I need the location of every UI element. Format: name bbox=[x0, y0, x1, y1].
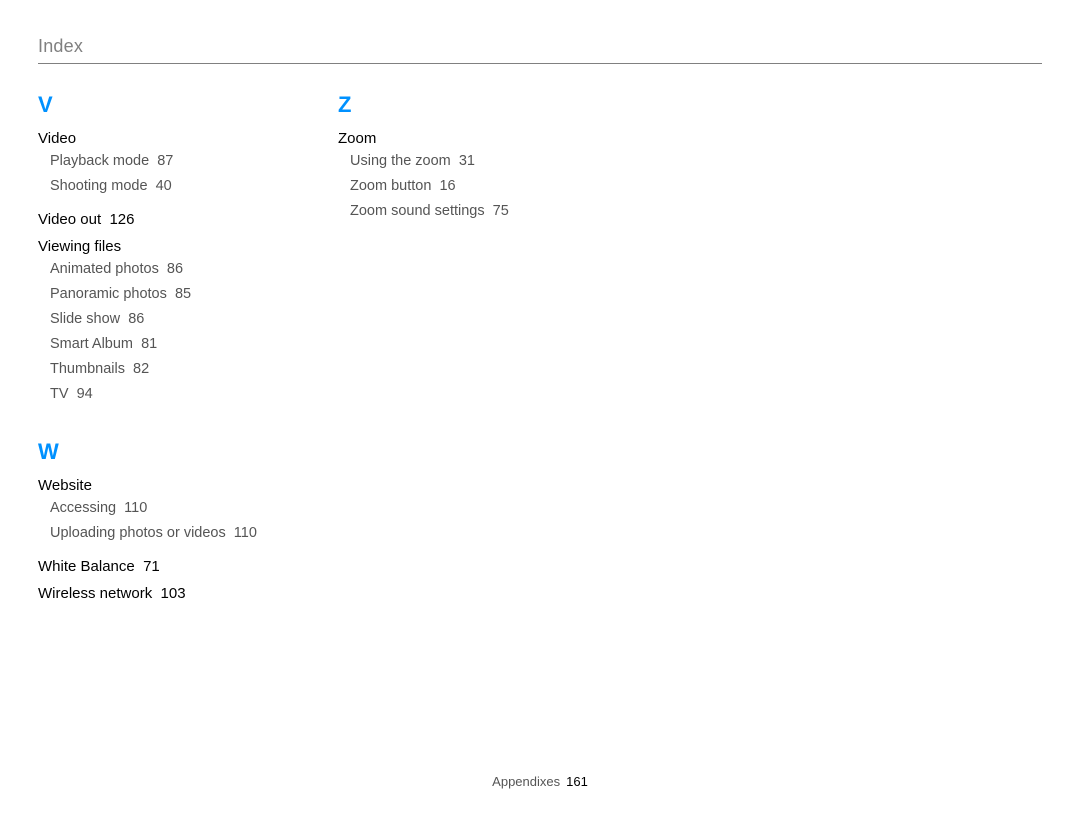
sub-accessing[interactable]: Accessing 110 bbox=[50, 498, 268, 519]
sub-animated-photos[interactable]: Animated photos 86 bbox=[50, 259, 268, 280]
footer-page-number: 161 bbox=[566, 774, 588, 789]
section-letter-z: Z bbox=[338, 92, 568, 118]
sub-zoom-sound[interactable]: Zoom sound settings 75 bbox=[350, 201, 568, 222]
topic-zoom: Zoom Using the zoom 31 Zoom button 16 Zo… bbox=[338, 130, 568, 222]
sub-page: 75 bbox=[493, 203, 509, 219]
index-page: Index V Video Playback mode 87 Shooting … bbox=[0, 0, 1080, 815]
sub-page: 40 bbox=[156, 178, 172, 194]
sub-panoramic-photos[interactable]: Panoramic photos 85 bbox=[50, 284, 268, 305]
topic-video-out[interactable]: Video out 126 bbox=[38, 211, 268, 228]
sub-label: Thumbnails bbox=[50, 361, 125, 377]
topic-video-title: Video bbox=[38, 130, 268, 147]
sub-page: 31 bbox=[459, 153, 475, 169]
topic-website-title: Website bbox=[38, 477, 268, 494]
sub-page: 110 bbox=[234, 525, 257, 541]
topic-website: Website Accessing 110 Uploading photos o… bbox=[38, 477, 268, 544]
sub-label: Shooting mode bbox=[50, 178, 148, 194]
sub-thumbnails[interactable]: Thumbnails 82 bbox=[50, 359, 268, 380]
index-column-1: V Video Playback mode 87 Shooting mode 4… bbox=[38, 92, 268, 604]
sub-smart-album[interactable]: Smart Album 81 bbox=[50, 334, 268, 355]
section-letter-v: V bbox=[38, 92, 268, 118]
topic-white-balance[interactable]: White Balance 71 bbox=[38, 558, 268, 575]
sub-using-zoom[interactable]: Using the zoom 31 bbox=[350, 151, 568, 172]
topic-viewing-files: Viewing files Animated photos 86 Panoram… bbox=[38, 238, 268, 405]
sub-page: 86 bbox=[167, 261, 183, 277]
topic-page: 126 bbox=[109, 211, 134, 228]
topic-page: 103 bbox=[161, 585, 186, 602]
topic-viewing-files-title: Viewing files bbox=[38, 238, 268, 255]
sub-page: 87 bbox=[157, 153, 173, 169]
sub-label: TV bbox=[50, 386, 69, 402]
section-letter-w: W bbox=[38, 439, 268, 465]
sub-page: 16 bbox=[439, 178, 455, 194]
index-column-2: Z Zoom Using the zoom 31 Zoom button 16 … bbox=[338, 92, 568, 604]
sub-slide-show[interactable]: Slide show 86 bbox=[50, 309, 268, 330]
topic-label: Video out bbox=[38, 211, 101, 228]
topic-label: White Balance bbox=[38, 558, 135, 575]
sub-playback-mode[interactable]: Playback mode 87 bbox=[50, 151, 268, 172]
sub-page: 81 bbox=[141, 336, 157, 352]
sub-shooting-mode[interactable]: Shooting mode 40 bbox=[50, 176, 268, 197]
sub-uploading[interactable]: Uploading photos or videos 110 bbox=[50, 523, 268, 544]
sub-label: Panoramic photos bbox=[50, 286, 167, 302]
sub-label: Uploading photos or videos bbox=[50, 525, 226, 541]
topic-video: Video Playback mode 87 Shooting mode 40 bbox=[38, 130, 268, 197]
index-columns: V Video Playback mode 87 Shooting mode 4… bbox=[38, 92, 1042, 604]
topic-wireless-network[interactable]: Wireless network 103 bbox=[38, 585, 268, 602]
sub-label: Accessing bbox=[50, 500, 116, 516]
topic-label: Wireless network bbox=[38, 585, 152, 602]
sub-page: 82 bbox=[133, 361, 149, 377]
sub-label: Playback mode bbox=[50, 153, 149, 169]
sub-page: 85 bbox=[175, 286, 191, 302]
sub-label: Zoom button bbox=[350, 178, 431, 194]
sub-label: Animated photos bbox=[50, 261, 159, 277]
topic-zoom-title: Zoom bbox=[338, 130, 568, 147]
sub-tv[interactable]: TV 94 bbox=[50, 384, 268, 405]
sub-label: Using the zoom bbox=[350, 153, 451, 169]
sub-page: 86 bbox=[128, 311, 144, 327]
sub-page: 94 bbox=[77, 386, 93, 402]
page-title: Index bbox=[38, 36, 1042, 57]
header-divider bbox=[38, 63, 1042, 64]
footer-section: Appendixes bbox=[492, 774, 560, 789]
sub-label: Slide show bbox=[50, 311, 120, 327]
sub-label: Zoom sound settings bbox=[350, 203, 485, 219]
sub-page: 110 bbox=[124, 500, 147, 516]
page-footer: Appendixes 161 bbox=[0, 774, 1080, 789]
sub-label: Smart Album bbox=[50, 336, 133, 352]
sub-zoom-button[interactable]: Zoom button 16 bbox=[350, 176, 568, 197]
topic-page: 71 bbox=[143, 558, 160, 575]
